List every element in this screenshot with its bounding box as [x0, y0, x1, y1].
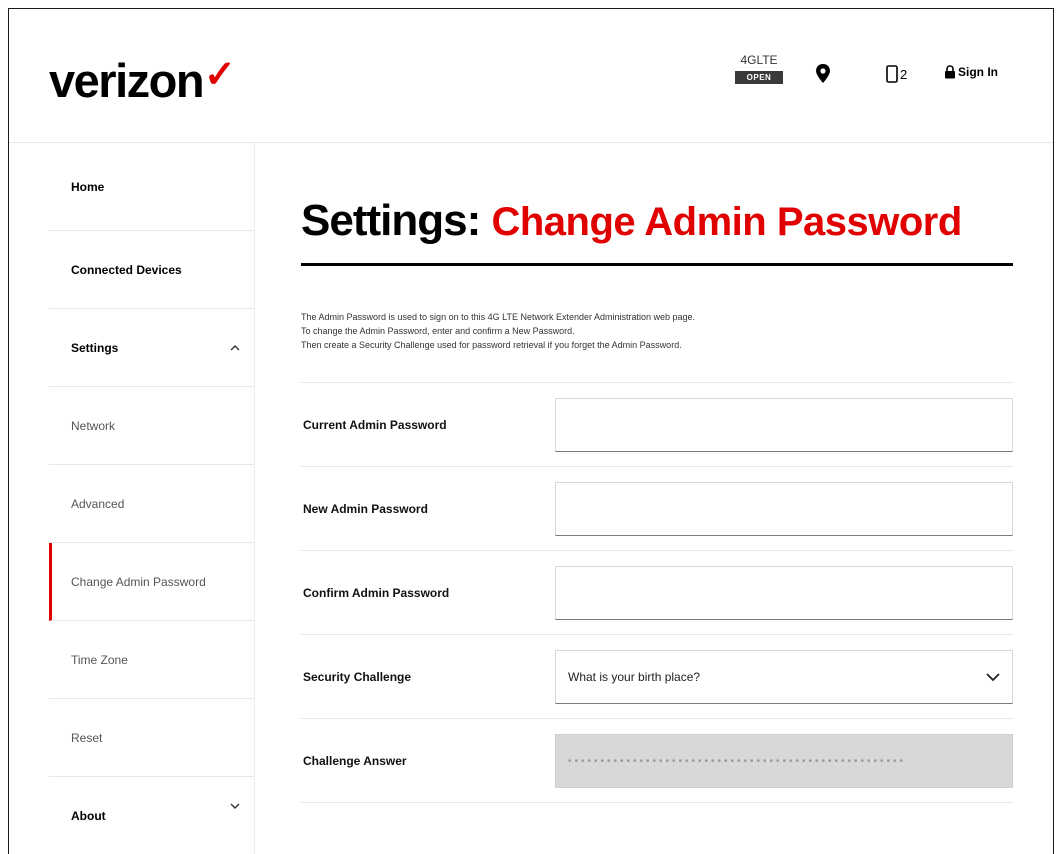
challenge-answer-value: ••••••••••••••••••••••••••••••••••••••••… [568, 755, 907, 767]
sidebar-item-label: Change Admin Password [71, 574, 206, 589]
sidebar-item-label: Reset [71, 730, 103, 745]
page-title-suffix: Change Admin Password [491, 200, 962, 244]
intro-line: To change the Admin Password, enter and … [301, 326, 575, 336]
challenge-answer-input[interactable]: ••••••••••••••••••••••••••••••••••••••••… [555, 734, 1013, 788]
sidebar-item-network[interactable]: Network [49, 387, 254, 465]
security-challenge-select[interactable]: What is your birth place? [555, 650, 1013, 704]
intro-line: The Admin Password is used to sign on to… [301, 312, 696, 322]
header: verizon✓ 4GLTE OPEN 2 Sign In [9, 9, 1053, 143]
main-content: Settings: Change Admin Password The Admi… [301, 143, 1013, 803]
intro-text: The Admin Password is used to sign on to… [301, 310, 1013, 352]
app-frame: verizon✓ 4GLTE OPEN 2 Sign In Home Conne… [8, 8, 1054, 854]
chevron-up-icon [230, 344, 240, 350]
sidebar-item-label: About [71, 808, 106, 823]
new-password-label: New Admin Password [303, 501, 428, 516]
confirm-password-input[interactable] [555, 566, 1013, 620]
device-icon [886, 65, 898, 83]
sidebar-item-time-zone[interactable]: Time Zone [49, 621, 254, 699]
title-divider [301, 263, 1013, 266]
sidebar-item-home[interactable]: Home [49, 143, 254, 231]
sidebar-item-label: Time Zone [71, 652, 128, 667]
sidebar-nav: Home Connected Devices Settings Network … [49, 143, 255, 854]
new-password-input[interactable] [555, 482, 1013, 536]
confirm-password-label: Confirm Admin Password [303, 585, 450, 600]
sidebar-item-label: Home [71, 179, 105, 194]
security-challenge-value: What is your birth place? [568, 670, 701, 684]
sidebar-item-label: Connected Devices [71, 262, 182, 277]
sidebar-item-change-admin-password[interactable]: Change Admin Password [49, 543, 254, 621]
network-status: 4GLTE OPEN [733, 53, 785, 85]
page-title: Settings: Change Admin Password [301, 199, 1013, 243]
network-label: 4GLTE [740, 53, 778, 67]
current-password-label: Current Admin Password [303, 417, 447, 432]
sidebar-item-about[interactable]: About [49, 777, 254, 854]
security-challenge-label: Security Challenge [303, 669, 412, 684]
challenge-answer-label: Challenge Answer [303, 753, 407, 768]
sidebar-item-connected-devices[interactable]: Connected Devices [49, 231, 254, 309]
form-row-new-password: New Admin Password [301, 467, 1013, 551]
form-row-security-challenge: Security Challenge What is your birth pl… [301, 635, 1013, 719]
lock-icon [945, 65, 955, 79]
logo-text: verizon [49, 54, 205, 107]
check-icon: ✓ [204, 54, 236, 96]
chevron-down-icon [230, 803, 240, 810]
sidebar-item-label: Network [71, 418, 116, 433]
form-row-confirm-password: Confirm Admin Password [301, 551, 1013, 635]
sidebar-item-settings[interactable]: Settings [49, 309, 254, 387]
connected-devices-indicator[interactable]: 2 [886, 65, 907, 83]
page-title-prefix: Settings: [301, 196, 481, 245]
form-row-current-password: Current Admin Password [301, 383, 1013, 467]
sidebar-item-label: Advanced [71, 496, 125, 511]
current-password-input[interactable] [555, 398, 1013, 452]
form-row-challenge-answer: Challenge Answer •••••••••••••••••••••••… [301, 719, 1013, 803]
sign-in-label: Sign In [958, 65, 998, 79]
verizon-logo[interactable]: verizon✓ [49, 53, 236, 108]
change-password-form: Current Admin Password New Admin Passwor… [301, 382, 1013, 803]
sign-in-button[interactable]: Sign In [944, 65, 998, 79]
chevron-down-icon [986, 673, 1000, 681]
location-pin-icon[interactable] [813, 63, 833, 85]
devices-count: 2 [900, 66, 908, 82]
sidebar-item-reset[interactable]: Reset [49, 699, 254, 777]
network-badge: OPEN [735, 71, 783, 84]
sidebar-item-label: Settings [71, 340, 119, 355]
intro-line: Then create a Security Challenge used fo… [301, 340, 682, 350]
sidebar-item-advanced[interactable]: Advanced [49, 465, 254, 543]
